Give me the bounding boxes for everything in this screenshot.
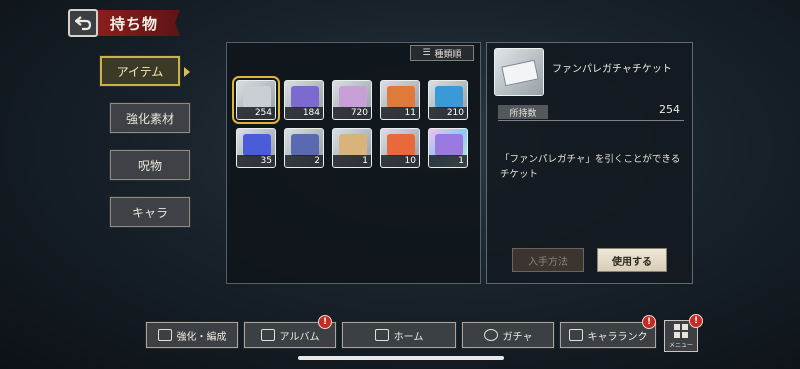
owned-count: 254 xyxy=(659,103,680,116)
notification-badge: ! xyxy=(689,314,703,328)
scroll-icon xyxy=(339,134,367,156)
gacha-icon xyxy=(483,329,498,341)
album-icon xyxy=(260,329,275,341)
home-icon xyxy=(374,329,389,341)
rank-icon xyxy=(568,329,583,341)
inventory-item[interactable]: 1 xyxy=(428,128,468,168)
inventory-item[interactable]: 11 xyxy=(380,80,420,120)
notification-badge: ! xyxy=(318,315,332,329)
item-count: 1 xyxy=(333,155,371,167)
nav-label: キャラランク xyxy=(587,331,648,343)
card-icon xyxy=(243,134,271,156)
item-count: 35 xyxy=(237,155,275,167)
ticket-orange-icon xyxy=(387,134,415,156)
tab-enhance-materials[interactable]: 強化素材 xyxy=(109,102,191,134)
item-count: 254 xyxy=(237,107,275,119)
home-indicator[interactable] xyxy=(298,356,504,360)
item-count: 1 xyxy=(429,155,467,167)
tab-characters[interactable]: キャラ xyxy=(109,196,191,228)
menu-label: メニュー xyxy=(668,341,693,349)
dice-icon xyxy=(339,86,367,108)
item-count: 2 xyxy=(285,155,323,167)
grid-icon xyxy=(674,323,688,338)
nav-home[interactable]: ホーム xyxy=(341,321,457,349)
sort-icon: ☰ xyxy=(422,48,431,58)
tab-cursed-objects[interactable]: 呪物 xyxy=(109,149,191,181)
inventory-item[interactable]: 184 xyxy=(284,80,324,120)
inventory-item[interactable]: 35 xyxy=(236,128,276,168)
rainbow-card-icon xyxy=(435,134,463,156)
how-to-get-button[interactable]: 入手方法 xyxy=(512,248,584,272)
item-count: 210 xyxy=(429,107,467,119)
page-title: 持ち物 xyxy=(98,10,180,36)
item-count: 720 xyxy=(333,107,371,119)
pen-icon xyxy=(291,134,319,156)
nav-label: アルバム xyxy=(279,331,320,343)
potion-icon xyxy=(435,86,463,108)
ticket-icon xyxy=(494,48,544,96)
item-count: 184 xyxy=(285,107,323,119)
tab-items[interactable]: アイテム xyxy=(99,55,181,87)
notification-badge: ! xyxy=(642,315,656,329)
inventory-item[interactable]: 1 xyxy=(332,128,372,168)
active-tab-arrow-icon xyxy=(184,67,190,77)
inventory-item[interactable]: 720 xyxy=(332,80,372,120)
inventory-item[interactable]: 2 xyxy=(284,128,324,168)
nav-gacha[interactable]: ガチャ xyxy=(461,321,555,349)
nav-enhance-formation[interactable]: 強化・編成 xyxy=(145,321,239,349)
sort-button[interactable]: ☰ 種類順 xyxy=(410,45,474,61)
nav-label: ガチャ xyxy=(502,331,533,343)
nav-label: ホーム xyxy=(393,331,424,343)
sort-label: 種類順 xyxy=(434,49,462,60)
inventory-item[interactable]: 10 xyxy=(380,128,420,168)
item-description: 「ファンパレガチャ」を引くことができるチケット xyxy=(500,154,681,180)
item-count: 11 xyxy=(381,107,419,119)
nav-label: 強化・編成 xyxy=(176,331,227,343)
back-button[interactable] xyxy=(68,9,98,37)
divider xyxy=(498,120,684,121)
ticket-icon xyxy=(243,86,271,108)
back-arrow-icon xyxy=(74,16,92,31)
owned-label: 所持数 xyxy=(498,105,548,119)
use-button[interactable]: 使用する xyxy=(597,248,667,272)
item-name: ファンパレガチャチケット xyxy=(552,64,672,75)
item-count: 10 xyxy=(381,155,419,167)
inventory-item[interactable]: 210 xyxy=(428,80,468,120)
enhance-icon xyxy=(157,329,172,341)
nav-character-rank[interactable]: キャラランク xyxy=(559,321,657,349)
inventory-item[interactable]: 254 xyxy=(232,76,280,124)
crystal-pouch-icon xyxy=(291,86,319,108)
leaves-icon xyxy=(387,86,415,108)
